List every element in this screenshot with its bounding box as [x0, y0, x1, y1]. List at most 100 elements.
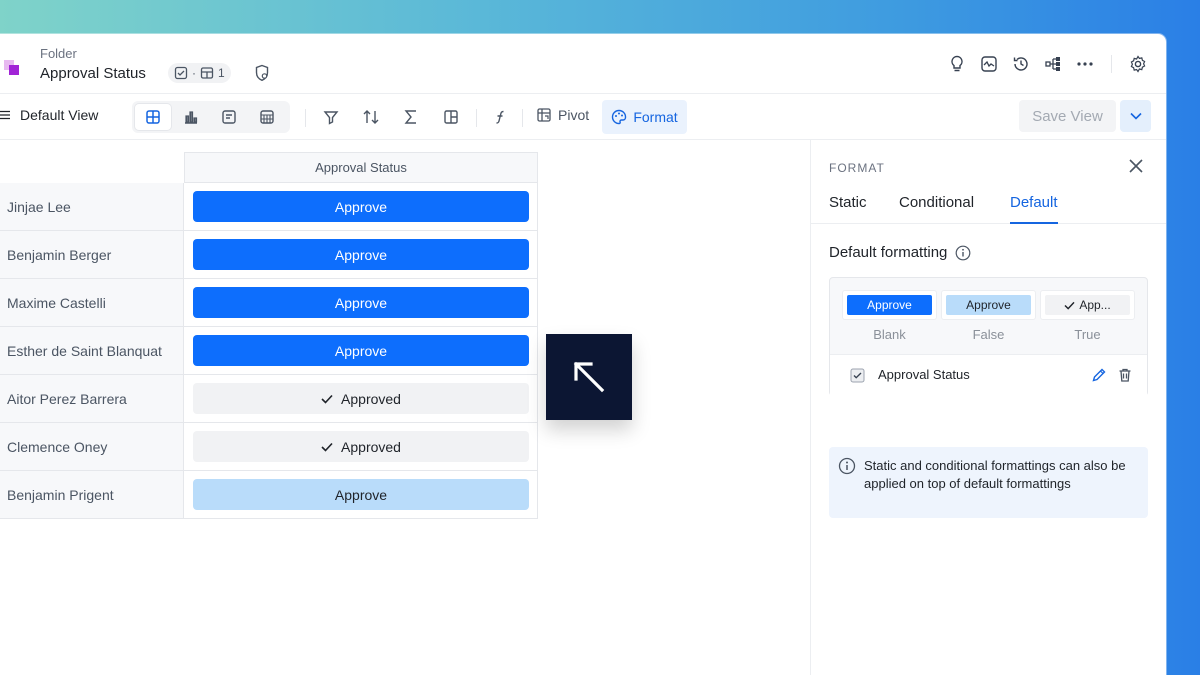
palette-icon: [612, 109, 627, 125]
toolbar-divider: [305, 109, 306, 127]
view-selector[interactable]: Default View: [0, 107, 98, 123]
hierarchy-icon[interactable]: [1043, 54, 1063, 74]
table-row[interactable]: Aitor Perez Barrera Approved: [0, 375, 538, 423]
page-title[interactable]: Approval Status: [40, 65, 146, 82]
toolbar-divider: [476, 109, 477, 127]
info-icon[interactable]: [955, 245, 971, 261]
format-button[interactable]: Format: [602, 100, 687, 134]
sample-label: Blank: [873, 327, 906, 342]
approve-button[interactable]: Approve: [193, 335, 529, 366]
chart-view-button[interactable]: [173, 104, 209, 130]
header-divider: [1111, 55, 1112, 73]
true-format-sample[interactable]: App...: [1040, 290, 1135, 320]
activity-icon[interactable]: [979, 54, 999, 74]
edit-pencil-icon[interactable]: [1091, 367, 1107, 383]
sample-chip: Approve: [946, 295, 1031, 315]
status-cell[interactable]: Approve: [184, 231, 538, 278]
sort-icon[interactable]: [360, 106, 382, 128]
blank-format-sample[interactable]: Approve: [842, 290, 937, 320]
grid-view-button[interactable]: [249, 104, 285, 130]
approve-button[interactable]: Approve: [193, 239, 529, 270]
layout-icon[interactable]: [440, 106, 462, 128]
pointer-overlay: [546, 334, 632, 420]
toolbar: Default View Pivot Format Save View: [0, 94, 1166, 140]
check-icon: [1064, 301, 1075, 310]
false-format-sample[interactable]: Approve: [941, 290, 1036, 320]
chevron-down-icon: [1129, 112, 1142, 120]
pivot-label: Pivot: [558, 107, 590, 123]
sample-chip: Approve: [847, 295, 932, 315]
status-cell[interactable]: Approve: [184, 327, 538, 374]
check-icon: [321, 394, 333, 404]
pivot-icon: [537, 108, 551, 122]
save-view-button[interactable]: Save View: [1019, 100, 1116, 132]
row-name: Benjamin Berger: [0, 231, 184, 278]
field-name: Approval Status: [878, 367, 970, 382]
tab-conditional[interactable]: Conditional: [899, 194, 974, 224]
column-header[interactable]: Approval Status: [184, 152, 538, 183]
sum-icon[interactable]: [400, 106, 422, 128]
table-row[interactable]: Benjamin Berger Approve: [0, 231, 538, 279]
trash-icon[interactable]: [1117, 367, 1133, 383]
view-name: Default View: [20, 107, 99, 123]
header-actions: [947, 54, 1148, 74]
status-cell[interactable]: Approve: [184, 183, 538, 230]
sample-label: True: [1074, 327, 1101, 342]
filter-icon[interactable]: [320, 106, 342, 128]
app-logo-icon: [0, 44, 30, 84]
checkbox-field-icon: [850, 368, 865, 383]
close-icon[interactable]: [1128, 158, 1146, 176]
grid-icon: [260, 110, 274, 124]
table-row[interactable]: Maxime Castelli Approve: [0, 279, 538, 327]
object-info-badge[interactable]: · 1: [168, 63, 231, 83]
field-format-row[interactable]: Approval Status: [830, 354, 1147, 396]
document-icon: [222, 110, 236, 124]
info-icon: [838, 457, 856, 475]
history-icon[interactable]: [1011, 54, 1031, 74]
section-title: Default formatting: [829, 244, 971, 261]
app-window: Folder Approval Status · 1 Default View …: [0, 34, 1166, 675]
toolbar-divider: [522, 109, 523, 127]
tab-default[interactable]: Default: [1010, 194, 1058, 224]
approve-button[interactable]: Approve: [193, 191, 529, 222]
status-cell[interactable]: Approved: [184, 423, 538, 470]
default-formatting-box: Approve Blank Approve False App... True …: [829, 277, 1148, 396]
view-count: 1: [218, 66, 225, 80]
table-view-button[interactable]: [135, 104, 171, 130]
info-text: Static and conditional formattings can a…: [864, 458, 1126, 491]
status-cell[interactable]: Approved: [184, 375, 538, 422]
settings-gear-icon[interactable]: [1128, 54, 1148, 74]
panel-title: FORMAT: [829, 161, 885, 175]
save-view-dropdown[interactable]: [1120, 100, 1151, 132]
permissions-shield-icon[interactable]: [254, 64, 270, 87]
table-row[interactable]: Clemence Oney Approved: [0, 423, 538, 471]
lightbulb-icon[interactable]: [947, 54, 967, 74]
bar-chart-icon: [185, 111, 198, 124]
check-icon: [321, 442, 333, 452]
table-row[interactable]: Benjamin Prigent Approve: [0, 471, 538, 519]
approved-button[interactable]: Approved: [193, 431, 529, 462]
format-tabs: Static Conditional Default: [811, 190, 1166, 224]
sample-label: False: [972, 327, 1005, 342]
page-header: Folder Approval Status · 1: [0, 34, 1166, 94]
table-row[interactable]: Esther de Saint Blanquat Approve: [0, 327, 538, 375]
row-name: Clemence Oney: [0, 423, 184, 470]
row-name: Maxime Castelli: [0, 279, 184, 326]
row-name: Aitor Perez Barrera: [0, 375, 184, 422]
view-type-switcher: [132, 101, 290, 133]
format-panel: FORMAT Static Conditional Default Defaul…: [810, 140, 1166, 675]
pivot-button[interactable]: Pivot: [536, 107, 589, 123]
checkbox-icon: [174, 66, 188, 80]
form-view-button[interactable]: [211, 104, 247, 130]
table-row[interactable]: Jinjae Lee Approve: [0, 183, 538, 231]
more-icon[interactable]: [1075, 54, 1095, 74]
approve-button[interactable]: Approve: [193, 479, 529, 510]
row-name: Esther de Saint Blanquat: [0, 327, 184, 374]
breadcrumb-folder[interactable]: Folder: [40, 46, 77, 61]
tab-static[interactable]: Static: [829, 194, 867, 224]
approved-button[interactable]: Approved: [193, 383, 529, 414]
status-cell[interactable]: Approve: [184, 471, 538, 518]
status-cell[interactable]: Approve: [184, 279, 538, 326]
formula-icon[interactable]: [489, 106, 511, 128]
approve-button[interactable]: Approve: [193, 287, 529, 318]
